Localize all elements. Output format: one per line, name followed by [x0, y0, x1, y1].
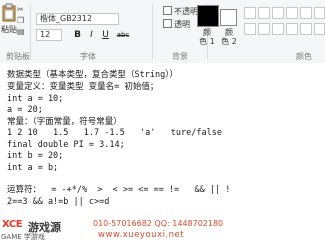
code-line: 2==3 && a!=b || c>=d — [7, 197, 110, 207]
palette-color-cell[interactable] — [314, 7, 325, 19]
separator — [30, 4, 31, 59]
font-name-combo[interactable]: 楷体_GB2312 — [36, 13, 119, 25]
palette-color-cell[interactable] — [300, 23, 312, 35]
color1-label: 颜 色 1 — [199, 28, 215, 46]
colors-group-label: 颜色 — [296, 52, 312, 61]
opaque-checkbox-icon — [163, 6, 172, 15]
cut-icon[interactable]: ✂ — [17, 5, 24, 14]
clipboard-group-label: 剪贴板 — [6, 52, 30, 61]
palette-color-cell[interactable] — [314, 23, 325, 35]
paste-label[interactable]: 粘贴 — [1, 25, 17, 35]
palette-color-cell[interactable] — [244, 7, 256, 19]
paste-button[interactable] — [2, 3, 16, 23]
watermark-url: www.xueyouxi.net — [98, 230, 185, 240]
bold-button[interactable]: B — [72, 29, 83, 41]
transparent-checkbox-icon — [163, 19, 172, 28]
code-line: int a = b; — [7, 163, 59, 173]
clipboard-icon — [2, 3, 16, 22]
palette-color-cell[interactable] — [286, 23, 298, 35]
code-line: int a = 10; — [7, 94, 64, 104]
palette-color-cell[interactable] — [300, 7, 312, 19]
watermark-subtitle: GAME 学游戏 — [1, 233, 45, 241]
palette-color-cell[interactable] — [258, 7, 270, 19]
code-line: final double PI = 3.14; — [7, 140, 125, 150]
palette-color-cell[interactable] — [272, 23, 284, 35]
strikethrough-button[interactable]: abc — [114, 29, 132, 41]
code-line: 运算符： = -+*/% > < >= <= == != && || ! — [7, 185, 231, 195]
code-line: int b = 20; — [7, 151, 64, 161]
code-line: 变量定义：变量类型 变量名= 初始值； — [7, 82, 159, 92]
separator — [152, 4, 153, 59]
code-line: 1 2 10 1.5 1.7 -1.5 'a' ture/false — [7, 128, 222, 138]
underline-button[interactable]: U — [100, 29, 111, 41]
italic-button[interactable]: I — [86, 29, 97, 41]
font-group-label: 字体 — [80, 52, 96, 61]
palette-color-cell[interactable] — [286, 7, 298, 19]
color1-swatch[interactable] — [197, 5, 219, 27]
format-painter-icon[interactable]: ▤ — [17, 27, 25, 36]
code-line: 常量：（字面常量，符号常量） — [7, 117, 122, 127]
ribbon-toolbar: 粘贴 ✂ ❐ ▤ 剪贴板 楷体_GB2312 12 B I U abc 字体 不… — [0, 0, 325, 64]
watermark-logo: XCE — [2, 219, 23, 230]
copy-icon[interactable]: ❐ — [17, 16, 24, 25]
background-group-label: 背景 — [172, 52, 188, 61]
palette-color-cell[interactable] — [258, 23, 270, 35]
code-line: a = 20; — [7, 105, 43, 115]
code-line: 数据类型（基本类型，复合类型（String）） — [7, 70, 178, 80]
color2-label: 颜 色 2 — [221, 28, 237, 46]
opaque-label: 不透明 — [174, 7, 198, 16]
color2-swatch[interactable] — [220, 9, 237, 26]
palette-color-cell[interactable] — [272, 7, 284, 19]
font-size-combo[interactable]: 12 — [36, 29, 62, 41]
transparent-label: 透明 — [174, 20, 190, 29]
watermark-phone: 010-57016682 QQ: 1448702180 — [93, 219, 224, 228]
palette-color-cell[interactable] — [244, 23, 256, 35]
